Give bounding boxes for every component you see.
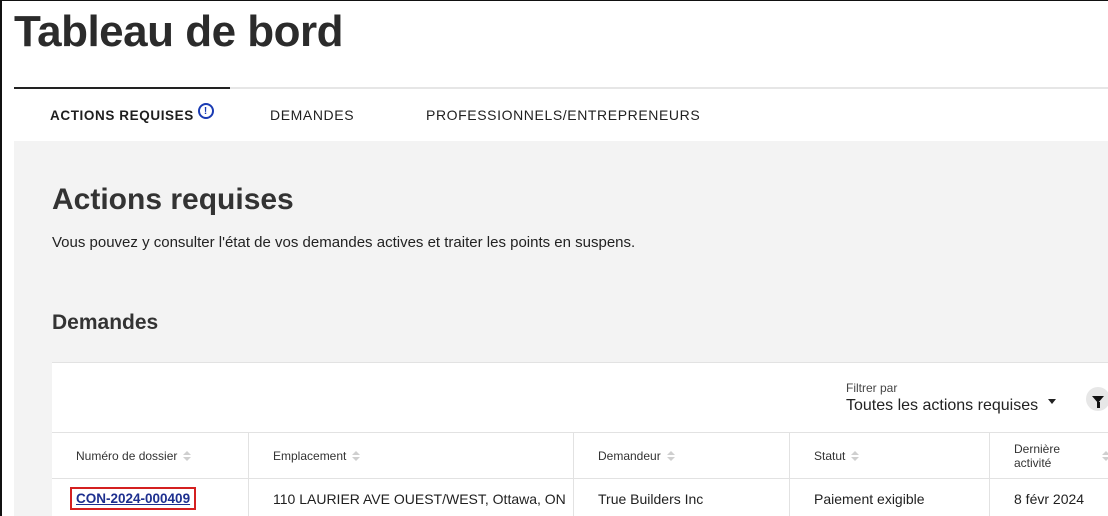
sort-icon	[1102, 451, 1108, 461]
case-number-link[interactable]: CON-2024-000409	[70, 487, 197, 510]
status-cell: Paiement exigible	[790, 479, 990, 516]
sort-icon	[183, 451, 192, 461]
column-header-label: Emplacement	[273, 449, 347, 463]
tab-demandes[interactable]: DEMANDES	[270, 89, 354, 141]
column-header-label: Numéro de dossier	[76, 449, 178, 463]
column-header-label: Statut	[814, 449, 846, 463]
table-header: Numéro de dossier Emplacement Demandeur …	[52, 432, 1108, 479]
column-header-applicant[interactable]: Demandeur	[574, 433, 790, 479]
column-header-location[interactable]: Emplacement	[249, 433, 574, 479]
last-activity-cell: 8 févr 2024	[1014, 490, 1085, 507]
sort-icon	[666, 451, 675, 461]
column-header-label: Demandeur	[598, 449, 661, 463]
demandes-heading: Demandes	[52, 311, 159, 334]
section-title: Actions requises	[52, 183, 294, 216]
filter-funnel-icon	[1092, 395, 1104, 408]
filter-dropdown[interactable]: Filtrer par Toutes les actions requises	[846, 381, 1057, 415]
column-header-last-activity[interactable]: Dernière activité	[990, 433, 1108, 479]
table-row: CON-2024-000409 110 LAURIER AVE OUEST/WE…	[52, 479, 1108, 516]
filter-selected-value: Toutes les actions requises	[846, 397, 1039, 414]
tab-label: DEMANDES	[270, 107, 355, 123]
filter-label: Filtrer par	[846, 381, 898, 395]
column-header-status[interactable]: Statut	[790, 433, 990, 479]
tab-label: PROFESSIONNELS/ENTREPRENEURS	[426, 107, 701, 123]
tab-label: ACTIONS REQUISES	[50, 107, 194, 123]
chevron-down-icon	[1048, 398, 1057, 404]
tab-professionnels[interactable]: PROFESSIONNELS/ENTREPRENEURS	[426, 89, 700, 141]
column-header-label: Dernière activité	[1014, 442, 1061, 470]
case-number-cell: CON-2024-000409	[52, 479, 249, 516]
filter-value-row: Toutes les actions requises	[846, 397, 1057, 415]
info-circle-icon: !	[197, 103, 214, 119]
filter-button[interactable]	[1086, 387, 1108, 411]
column-header-case-number[interactable]: Numéro de dossier	[52, 433, 249, 479]
sort-icon	[851, 451, 860, 461]
section-description: Vous pouvez y consulter l'état de vos de…	[52, 234, 636, 251]
sort-icon	[352, 451, 361, 461]
demandes-table-card: Filtrer par Toutes les actions requises …	[52, 362, 1108, 516]
location-cell: 110 LAURIER AVE OUEST/WEST, Ottawa, ON	[249, 479, 574, 516]
page-title: Tableau de bord	[14, 7, 344, 56]
applicant-cell: True Builders Inc	[574, 479, 790, 516]
tab-actions-requises[interactable]: ACTIONS REQUISES !	[14, 87, 230, 141]
actions-panel: Actions requises Vous pouvez y consulter…	[14, 141, 1108, 516]
app-frame: Tableau de bord ACTIONS REQUISES ! DEMAN…	[0, 0, 1108, 516]
